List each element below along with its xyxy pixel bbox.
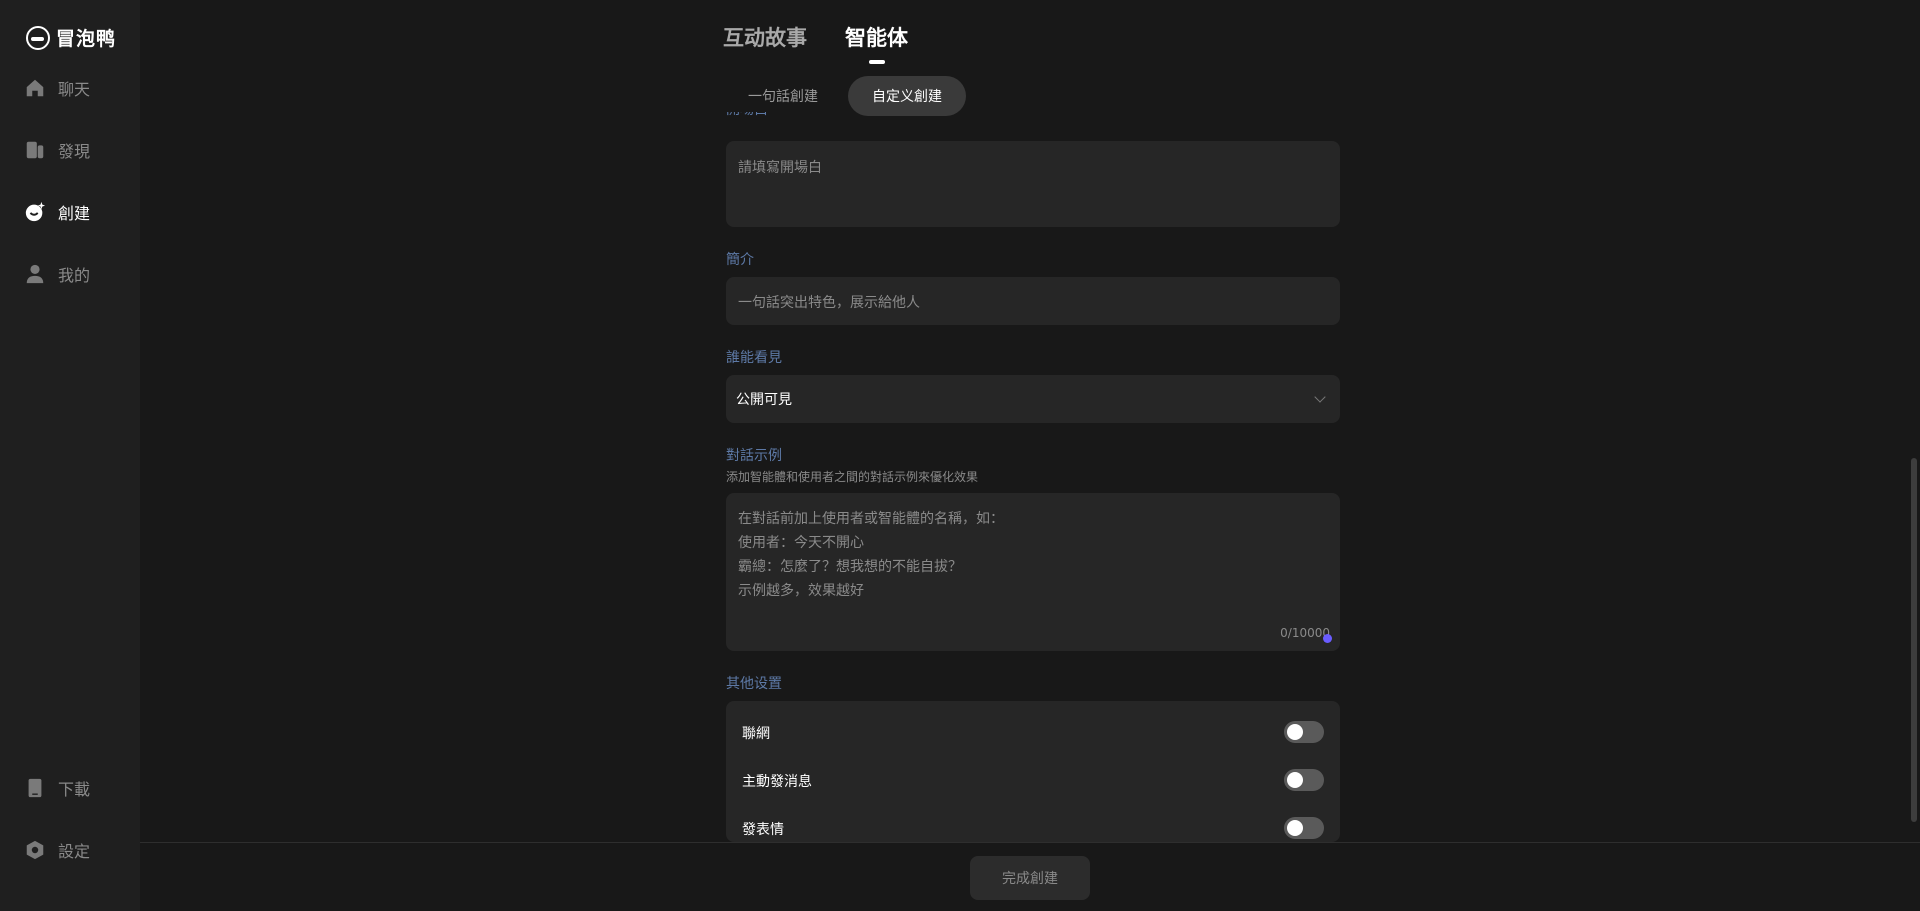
- char-counter: 0/10000: [1280, 626, 1330, 640]
- phone-icon: [24, 777, 46, 799]
- dialog-example-hint: 添加智能體和使用者之間的對話示例來優化效果: [726, 470, 979, 484]
- opening-textarea[interactable]: 請填寫開場白: [726, 141, 1340, 227]
- other-settings-label: 其他设置: [726, 676, 782, 692]
- visibility-label: 誰能看見: [726, 350, 782, 366]
- dialog-example-label: 對話示例: [726, 448, 782, 464]
- dialog-placeholder-line: 霸總：怎麼了？想我想的不能自拔？: [738, 559, 962, 575]
- dialog-placeholder-line: 使用者：今天不開心: [738, 535, 864, 551]
- visibility-select[interactable]: 公開可見: [726, 375, 1340, 423]
- tab-custom-create[interactable]: 自定义創建: [848, 76, 966, 116]
- sidebar: 冒泡鸭 聊天 發現 創建 我的 下載 設定: [0, 0, 140, 911]
- chevron-down-icon: [1314, 391, 1326, 403]
- opening-label: 開場白: [726, 112, 768, 120]
- sidebar-item-label: 我的: [58, 266, 91, 285]
- toggle-label-web: 聯網: [742, 726, 770, 742]
- dialog-example-textarea[interactable]: 在對話前加上使用者或智能體的名稱，如： 使用者：今天不開心 霸總：怎麼了？想我想…: [726, 493, 1340, 651]
- sidebar-item-create[interactable]: 創建: [24, 200, 90, 224]
- home-icon: [24, 77, 46, 99]
- sidebar-item-download[interactable]: 下載: [24, 776, 90, 800]
- logo-icon: [26, 25, 50, 50]
- visibility-value: 公開可見: [736, 392, 792, 408]
- intro-input[interactable]: 一句話突出特色，展示給他人: [726, 277, 1340, 325]
- resize-handle-icon[interactable]: [1323, 634, 1332, 643]
- intro-label: 簡介: [726, 252, 754, 268]
- sidebar-item-label: 聊天: [58, 80, 91, 99]
- dialog-placeholder-line: 示例越多，效果越好: [738, 583, 864, 599]
- sidebar-item-label: 下載: [58, 780, 91, 799]
- toggle-label-emoji: 發表情: [742, 822, 784, 838]
- sidebar-item-label: 發現: [58, 142, 91, 161]
- send-emoji-toggle[interactable]: [1284, 817, 1324, 839]
- bottom-action-bar: 完成創建: [140, 842, 1920, 911]
- proactive-message-toggle[interactable]: [1284, 769, 1324, 791]
- page-scrollbar[interactable]: [1911, 458, 1917, 822]
- finish-create-button[interactable]: 完成創建: [970, 856, 1090, 900]
- intro-placeholder: 一句話突出特色，展示給他人: [738, 295, 920, 311]
- sidebar-item-discover[interactable]: 發現: [24, 138, 90, 162]
- discover-icon: [24, 139, 46, 161]
- sidebar-item-settings[interactable]: 設定: [24, 838, 90, 862]
- sidebar-item-label: 創建: [58, 204, 91, 223]
- create-mode-tabs: 一句話創建 自定义創建: [724, 76, 966, 116]
- web-search-toggle[interactable]: [1284, 721, 1324, 743]
- main-content: 互动故事 智能体 一句話創建 自定义創建 開場白 請填寫開場白 簡介 一句話突出…: [140, 0, 1920, 911]
- tab-interactive-story[interactable]: 互动故事: [723, 22, 807, 52]
- top-tabs: 互动故事 智能体: [723, 22, 908, 64]
- user-icon: [24, 263, 46, 285]
- opening-placeholder: 請填寫開場白: [738, 160, 822, 176]
- tab-one-sentence-create[interactable]: 一句話創建: [724, 76, 842, 116]
- sidebar-item-chat[interactable]: 聊天: [24, 76, 90, 100]
- tab-agent[interactable]: 智能体: [845, 22, 908, 64]
- sidebar-item-label: 設定: [58, 842, 91, 861]
- app-logo[interactable]: 冒泡鸭: [26, 24, 116, 51]
- other-settings-panel: 聯網 主動發消息 發表情: [726, 701, 1340, 842]
- toggle-label-proactive: 主動發消息: [742, 774, 812, 790]
- dialog-placeholder-line: 在對話前加上使用者或智能體的名稱，如：: [738, 511, 1004, 527]
- settings-icon: [24, 839, 46, 861]
- app-name: 冒泡鸭: [56, 28, 117, 50]
- create-icon: [24, 201, 46, 223]
- sidebar-item-me[interactable]: 我的: [24, 262, 90, 286]
